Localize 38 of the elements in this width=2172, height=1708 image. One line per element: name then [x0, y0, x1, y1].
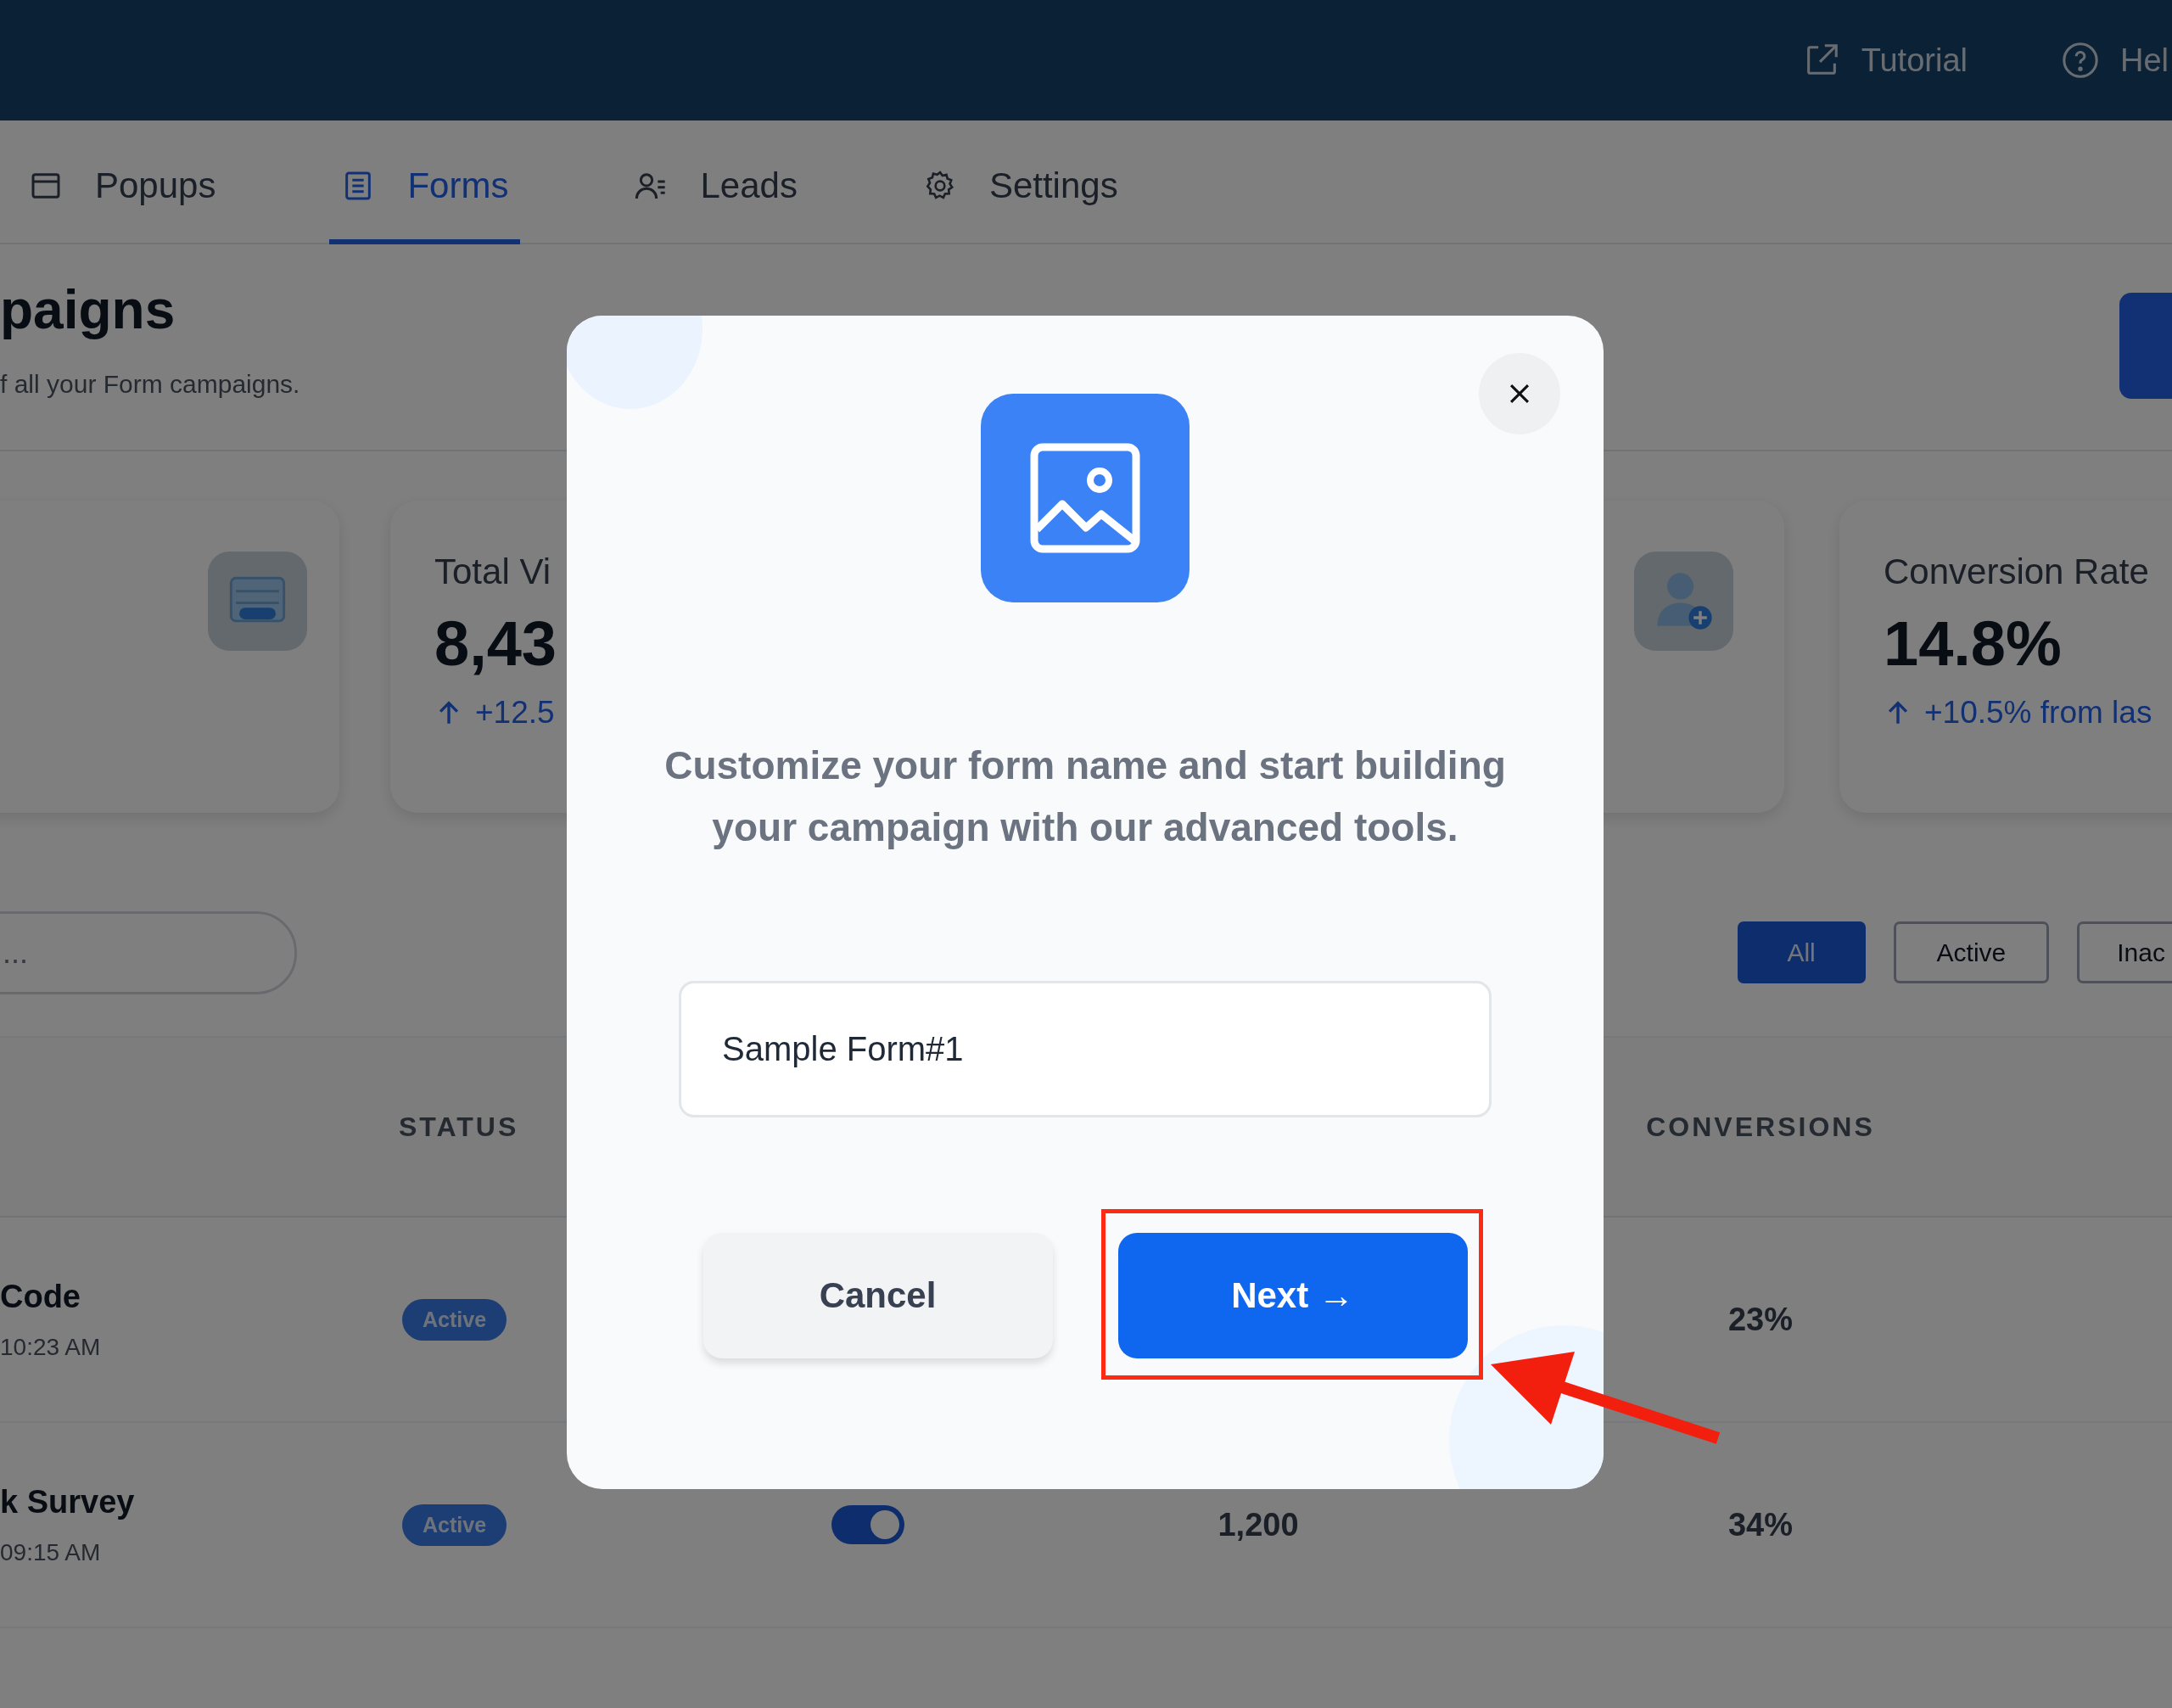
form-name: Code — [0, 1278, 81, 1315]
form-time: 10:23 AM — [0, 1333, 102, 1361]
stat-label: Conversion Rate — [1884, 552, 2150, 592]
status-badge: Active — [402, 1504, 507, 1546]
column-header: CONVERSIONS — [1646, 1111, 1875, 1143]
status-badge: Active — [402, 1298, 507, 1341]
stat-value: 8,43 — [434, 608, 558, 680]
conversion-rate: 23% — [1727, 1301, 1794, 1338]
stat-change: +10.5% from las — [1924, 695, 2152, 731]
form-name-field[interactable]: Sample Form#1 — [679, 981, 1492, 1117]
nav-tab[interactable]: Leads — [622, 132, 809, 244]
toggle-switch[interactable] — [831, 1505, 904, 1544]
stat-value: 14.8% — [1884, 608, 2063, 680]
form-name: k Survey — [0, 1483, 136, 1520]
add-user-icon — [1634, 552, 1733, 651]
conversion-rate: 34% — [1727, 1506, 1794, 1543]
column-header: STATUS — [399, 1111, 520, 1143]
help-icon — [2060, 41, 2100, 80]
nav-tab[interactable]: Forms — [329, 132, 521, 244]
page-subtitle: f all your Form campaigns. — [0, 370, 300, 399]
form-icon — [208, 552, 307, 651]
filter-button[interactable]: All — [1737, 921, 1866, 983]
dialog-button[interactable]: Cancel — [703, 1233, 1053, 1358]
stat-change: +12.5 — [475, 695, 555, 731]
views-count: 1,200 — [1218, 1506, 1299, 1543]
top-link[interactable]: Hel — [2060, 41, 2169, 80]
top-link[interactable]: Tutorial — [1801, 41, 1968, 80]
nav-tab[interactable]: Settings — [910, 132, 1130, 244]
form-time: 09:15 AM — [0, 1538, 102, 1566]
modal-message: Customize your form name and start building your campaign with our advanced tools. — [663, 742, 1507, 851]
image-icon — [981, 394, 1190, 602]
filter-button[interactable]: Active — [1893, 921, 2050, 983]
dialog-button[interactable]: Next → — [1117, 1233, 1468, 1358]
nav-tab[interactable]: Popups — [17, 132, 228, 244]
stat-label: Total Vi — [434, 552, 551, 592]
filter-button[interactable]: Inac — [2077, 921, 2172, 983]
search-field[interactable]: ... — [0, 911, 297, 994]
page-title: paigns — [0, 278, 176, 341]
